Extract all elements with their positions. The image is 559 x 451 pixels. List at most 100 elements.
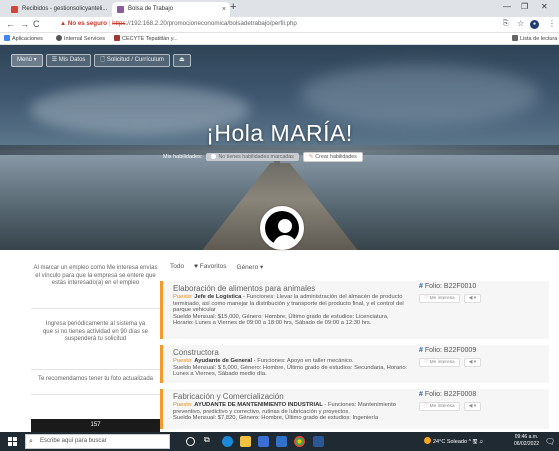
upload-button[interactable]: ⏏ [172,54,191,67]
job-description: Puesto: Jefe de Logística - Funciones: L… [173,294,404,327]
interest-button[interactable]: ♡ Me interesa [419,294,460,303]
share-button[interactable]: ◀ ▾ [463,402,482,411]
job-company: Elaboración de alimentos para animales [173,284,316,293]
windows-taskbar: ⌕ Escribe aquí para buscar ⧉ 24°C Solead… [0,432,559,451]
minimize-icon[interactable]: — [503,2,511,11]
bookmark-cecyte[interactable]: CECYTE Tepatitlán y... [114,35,178,42]
upload-icon: ⏏ [178,57,185,63]
pencil-icon: ✎ [308,154,314,160]
bookmarks-bar: Aplicaciones Internal Services CECYTE Te… [0,33,559,45]
skills-row: Mis habilidades: No tienes habilidades m… [163,152,363,162]
address-bar: ← → C ▲ No es seguro | https://192.168.2… [0,17,559,33]
info-sidebar: Al marcar un empleo como Me interesa env… [31,261,160,439]
job-position: Ayudante de General [194,358,253,364]
close-tab-icon[interactable]: × [222,2,226,17]
my-data-button[interactable]: ☰ Mis Datos [45,54,92,67]
job-folio: # Folio: B22F0010 [419,283,477,290]
job-position: Jefe de Logística [194,294,242,300]
cecyte-icon [114,35,120,41]
tab-label: Bolsa de Trabajo [128,6,174,12]
job-folio: # Folio: B22F0009 [419,347,477,354]
list-icon: ☰ [51,57,59,63]
job-folio: # Folio: B22F0008 [419,391,477,398]
application-cv-button[interactable]: 🗋 Solicitud / Currículum [94,54,170,67]
tab-all[interactable]: Todo [170,263,184,275]
share-button[interactable]: ◀ ▾ [463,358,482,367]
reload-icon[interactable]: C [33,19,40,29]
job-details: Sueldo Mensual: $ 5,000, Género: Hombre,… [173,364,408,378]
security-warning-text: No es seguro [67,20,108,27]
menu-dropdown-button[interactable]: Menú ▾ [11,54,43,67]
globe-icon [56,35,62,41]
apps-grid-icon [4,35,10,41]
insecure-warning-icon: ▲ [60,20,67,27]
translate-icon[interactable]: ⎘ [503,20,509,28]
mail-icon[interactable] [258,436,269,447]
windows-start-icon[interactable] [8,437,17,446]
close-window-icon[interactable]: ✕ [541,2,548,11]
cortana-icon[interactable] [186,437,195,446]
chrome-icon[interactable] [294,436,305,447]
edge-browser-icon[interactable] [222,436,233,447]
task-view-icon[interactable]: ⧉ [204,435,215,446]
tray-icons[interactable]: ^ 🖫 ♫ [469,439,483,445]
bookmark-star-icon[interactable]: ☆ [517,19,524,28]
taskbar-clock[interactable]: 09:46 a.m. 06/02/2022 [514,434,539,447]
skills-label: Mis habilidades: [163,154,203,160]
job-company: Fabricación y Comercialización [173,392,284,401]
url-path: ://192.168.2.20/promocioneconomica/bolsa… [125,20,297,27]
word-icon[interactable] [313,436,324,447]
job-details: Sueldo Mensual: $7,820, Género: Hombre, … [173,415,379,422]
store-icon[interactable] [276,436,287,447]
back-icon[interactable]: ← [6,19,15,29]
create-skills-button[interactable]: ✎ Crear habilidades [302,152,363,162]
interest-button[interactable]: ♡ Me interesa [419,402,460,411]
notifications-icon[interactable]: 🗨 [545,437,555,446]
cloud-decoration [300,65,540,125]
reading-list[interactable]: Lista de lectura [512,35,557,42]
job-description: Puesto: AYUDANTE DE MANTENIMIENTO INDUST… [173,402,396,422]
job-card: Elaboración de alimentos para animales P… [160,281,549,339]
url-field[interactable]: ▲ No es seguro | https://192.168.2.20/pr… [60,20,297,27]
top-menu: Menú ▾ ☰ Mis Datos 🗋 Solicitud / Currícu… [11,54,191,67]
tab-favorites[interactable]: ♥ Favoritos [194,263,226,275]
site-favicon-icon [117,6,124,13]
taskbar-search-input[interactable]: ⌕ Escribe aquí para buscar [25,434,170,449]
search-icon: ⌕ [29,438,33,445]
profile-avatar[interactable] [260,206,304,250]
gmail-icon [11,6,18,13]
job-company: Constructora [173,348,219,357]
job-filter-tabs: Todo ♥ Favoritos Género ▾ [170,263,263,275]
browser-menu-icon[interactable]: ⋮ [548,19,556,28]
weather-sun-icon [424,437,431,444]
skills-empty-badge: No tienes habilidades marcadas [206,153,299,161]
job-actions: ♡ Me interesa ◀ ▾ [419,358,482,367]
sidebar-tip-photo: Te recomendamos tener tu foto actualizad… [31,373,160,395]
url-scheme: https [112,20,126,27]
job-card: Constructora Puesto: Ayudante de General… [160,345,549,383]
forward-icon[interactable]: → [20,19,29,29]
bookmark-internal-services[interactable]: Internal Services [56,35,105,42]
tab-gender[interactable]: Género ▾ [237,263,264,275]
weather-text[interactable]: 24°C Soleado [433,439,467,445]
bookmark-apps[interactable]: Aplicaciones [4,35,43,42]
job-details: Sueldo Mensual: $15,000, Género: Hombre,… [173,313,389,327]
file-explorer-icon[interactable] [240,436,251,447]
sidebar-tip-activity: Ingresa periódicamente al sistema ya que… [31,317,160,370]
new-tab-button[interactable]: + [230,1,236,13]
job-actions: ♡ Me interesa ◀ ▾ [419,402,482,411]
reading-list-icon [512,35,518,41]
job-description: Puesto: Ayudante de General - Funciones:… [173,358,408,378]
user-silhouette-icon [265,211,299,248]
browser-tab-bolsa[interactable]: Bolsa de Trabajo × [112,2,230,17]
interest-button[interactable]: ♡ Me interesa [419,358,460,367]
info-icon [211,154,217,159]
profile-avatar-icon[interactable]: ● [530,20,539,29]
job-actions: ♡ Me interesa ◀ ▾ [419,294,482,303]
job-position: AYUDANTE DE MANTENIMIENTO INDUSTRIAL [194,402,323,408]
browser-tab-strip: Recibidos - gestionsolicyanteli... × Bol… [0,0,559,17]
job-card: Fabricación y Comercialización Puesto: A… [160,389,549,429]
greeting-title: ¡Hola MARÍA! [206,120,353,146]
share-button[interactable]: ◀ ▾ [463,294,482,303]
maximize-icon[interactable]: ❐ [521,2,528,11]
